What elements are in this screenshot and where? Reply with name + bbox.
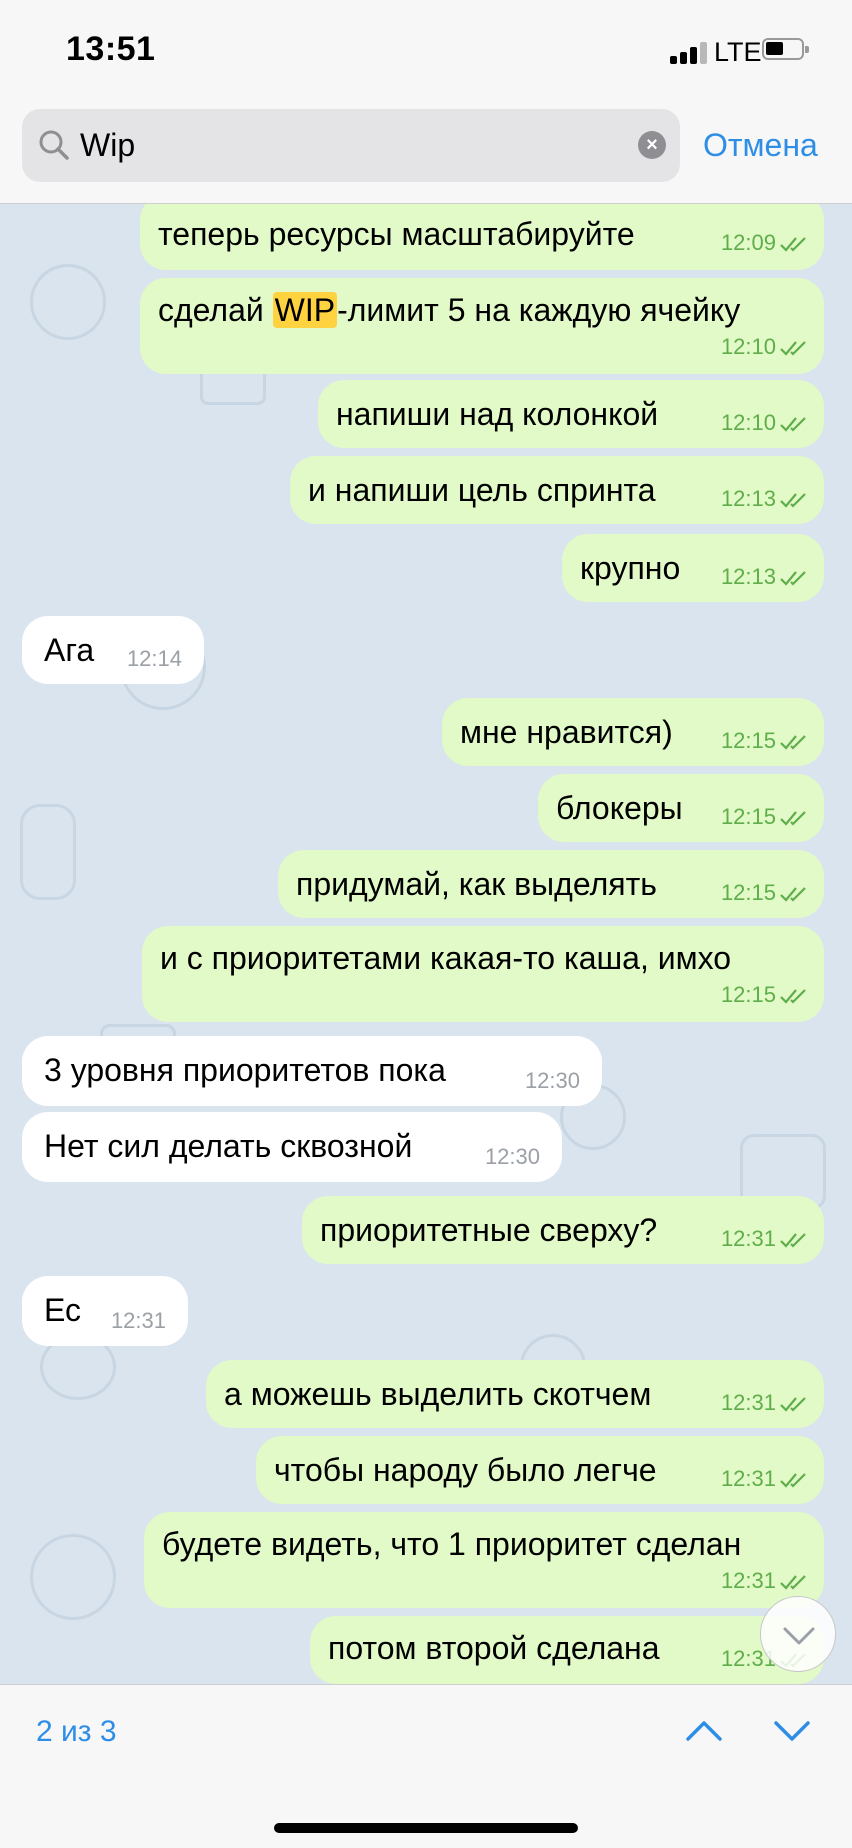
incoming-message[interactable]: Ага 12:14 — [22, 616, 204, 684]
message-text: блокеры — [556, 790, 683, 826]
outgoing-message[interactable]: будете видеть, что 1 приоритет сделан 12… — [144, 1512, 824, 1608]
message-text: и с приоритетами какая-то каша, имхо — [160, 940, 732, 976]
outgoing-message[interactable]: сделай WIP-лимит 5 на каждую ячейку 12:1… — [140, 278, 824, 374]
clear-icon[interactable]: × — [638, 131, 666, 159]
outgoing-message[interactable]: блокеры 12:15 — [538, 774, 824, 842]
outgoing-message[interactable]: потом второй сделана 12:31 — [310, 1616, 824, 1684]
scroll-down-button[interactable] — [760, 1596, 836, 1672]
message-text: Ага — [44, 632, 95, 668]
message-text: мне нравится) — [460, 714, 673, 750]
outgoing-message[interactable]: а можешь выделить скотчем 12:31 — [206, 1360, 824, 1428]
double-check-icon — [780, 237, 806, 252]
chat-area[interactable]: теперь ресурсы масштабируйте 12:09 сдела… — [0, 204, 852, 1684]
message-time: 12:31 — [721, 1390, 808, 1416]
message-time: 12:15 — [721, 880, 808, 906]
message-text: Нет сил делать сквозной — [44, 1128, 413, 1164]
outgoing-message[interactable]: крупно 12:13 — [562, 534, 824, 602]
background-pattern — [30, 1534, 116, 1620]
message-text: и напиши цель спринта — [308, 472, 656, 508]
search-input[interactable] — [80, 109, 580, 182]
double-check-icon — [780, 493, 806, 508]
chevron-down-icon[interactable] — [772, 1715, 812, 1745]
search-nav-bar: 2 из 3 — [0, 1684, 852, 1848]
outgoing-message[interactable]: и напиши цель спринта 12:13 — [290, 456, 824, 524]
message-time: 12:30 — [524, 1068, 580, 1093]
double-check-icon — [780, 989, 806, 1004]
message-time: 12:15 — [721, 982, 808, 1008]
outgoing-message[interactable]: чтобы народу было легче 12:31 — [256, 1436, 824, 1504]
message-text: теперь ресурсы масштабируйте — [158, 216, 635, 252]
message-time: 12:15 — [721, 804, 808, 830]
background-pattern — [30, 264, 106, 340]
search-highlight: WIP — [272, 292, 338, 328]
message-text: Ес — [44, 1292, 81, 1328]
message-time: 12:10 — [721, 334, 808, 360]
outgoing-message[interactable]: придумай, как выделять 12:15 — [278, 850, 824, 918]
search-field[interactable]: × — [22, 109, 680, 182]
outgoing-message[interactable]: напиши над колонкой 12:10 — [318, 380, 824, 448]
message-text: напиши над колонкой — [336, 396, 659, 432]
message-time: 12:31 — [721, 1226, 808, 1252]
outgoing-message[interactable]: теперь ресурсы масштабируйте 12:09 — [140, 204, 824, 270]
double-check-icon — [780, 417, 806, 432]
message-text: приоритетные сверху? — [320, 1212, 658, 1248]
network-label: LTE — [714, 37, 762, 67]
message-time: 12:13 — [721, 564, 808, 590]
message-time: 12:30 — [484, 1144, 540, 1169]
incoming-message[interactable]: Нет сил делать сквозной 12:30 — [22, 1112, 562, 1182]
search-icon — [39, 130, 69, 160]
double-check-icon — [780, 1397, 806, 1412]
battery-icon — [762, 38, 809, 60]
incoming-message[interactable]: Ес 12:31 — [22, 1276, 188, 1346]
outgoing-message[interactable]: и с приоритетами какая-то каша, имхо 12:… — [142, 926, 824, 1022]
chevron-up-icon[interactable] — [684, 1715, 724, 1745]
message-text: придумай, как выделять — [296, 866, 657, 902]
message-time: 12:10 — [721, 410, 808, 436]
double-check-icon — [780, 887, 806, 902]
message-time: 12:09 — [721, 230, 808, 256]
status-bar: 13:51 LTE — [0, 0, 852, 105]
message-text: крупно — [580, 550, 681, 586]
message-time: 12:13 — [721, 486, 808, 512]
message-time: 12:14 — [126, 646, 182, 671]
outgoing-message[interactable]: приоритетные сверху? 12:31 — [302, 1196, 824, 1264]
double-check-icon — [780, 811, 806, 826]
message-text: чтобы народу было легче — [274, 1452, 657, 1488]
incoming-message[interactable]: 3 уровня приоритетов пока 12:30 — [22, 1036, 602, 1106]
message-time: 12:31 — [110, 1308, 166, 1333]
message-text: а можешь выделить скотчем — [224, 1376, 652, 1412]
chevron-down-icon — [783, 1627, 815, 1645]
outgoing-message[interactable]: мне нравится) 12:15 — [442, 698, 824, 766]
message-text: 3 уровня приоритетов пока — [44, 1052, 446, 1088]
double-check-icon — [780, 341, 806, 356]
background-pattern — [20, 804, 76, 900]
signal-icon — [670, 42, 710, 64]
cancel-button[interactable]: Отмена — [703, 127, 818, 164]
message-text: потом второй сделана — [328, 1630, 660, 1666]
message-time: 12:31 — [721, 1466, 808, 1492]
double-check-icon — [780, 571, 806, 586]
double-check-icon — [780, 735, 806, 750]
search-result-count: 2 из 3 — [36, 1715, 117, 1748]
message-time: 12:31 — [721, 1568, 808, 1594]
message-time: 12:15 — [721, 728, 808, 754]
message-text: будете видеть, что 1 приоритет сделан — [162, 1526, 742, 1562]
status-time: 13:51 — [66, 30, 156, 68]
message-text: сделай WIP-лимит 5 на каждую ячейку — [158, 292, 741, 328]
home-indicator[interactable] — [274, 1823, 578, 1833]
double-check-icon — [780, 1575, 806, 1590]
double-check-icon — [780, 1233, 806, 1248]
search-bar: × Отмена — [0, 105, 852, 204]
double-check-icon — [780, 1473, 806, 1488]
